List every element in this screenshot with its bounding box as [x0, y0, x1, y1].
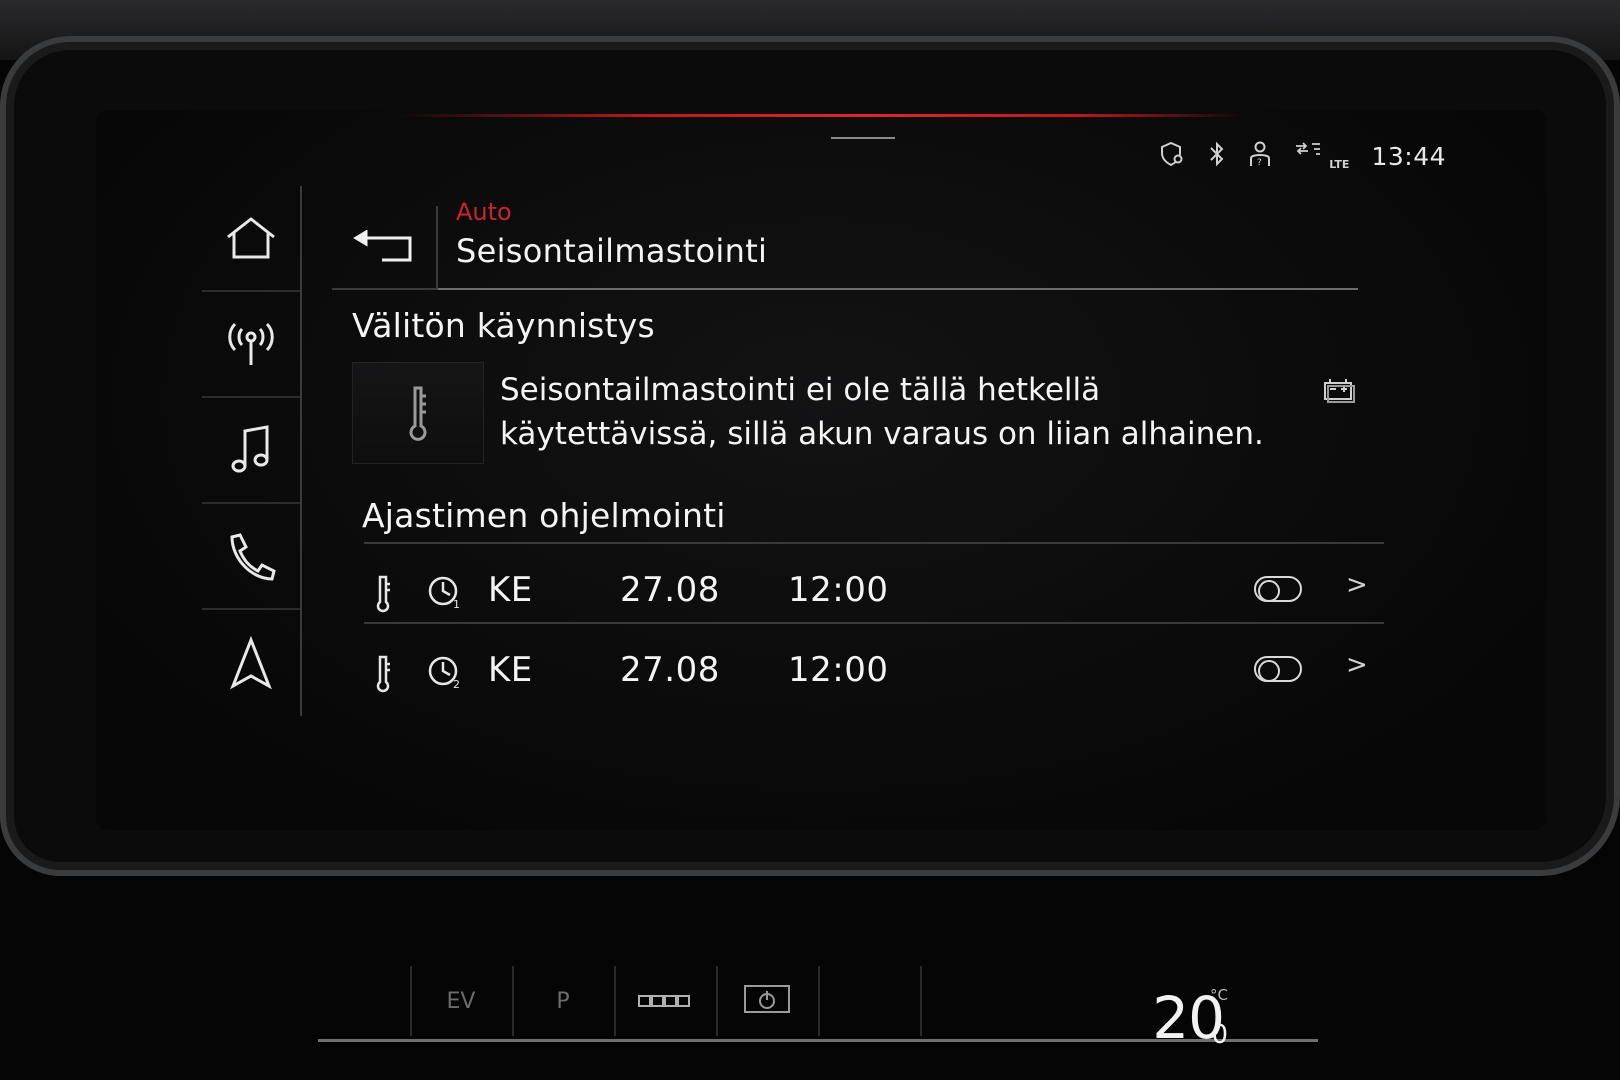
unavailable-message: Seisontailmastointi ei ole tällä hetkell…	[500, 372, 1264, 452]
thermometer-icon	[374, 654, 392, 698]
lte-signal-icon: LTE	[1294, 140, 1349, 173]
nav-navigation[interactable]	[202, 610, 300, 716]
timer-date: 27.08	[620, 570, 720, 610]
timer-row[interactable]: 2 KE 27.08 12:00 >	[364, 622, 1384, 706]
nav-home[interactable]	[202, 186, 300, 292]
header-divider	[438, 288, 1358, 290]
timer-clock-icon: 2	[426, 654, 464, 696]
power-icon	[744, 985, 790, 1013]
nav-phone[interactable]	[202, 504, 300, 610]
timer-toggle[interactable]	[1254, 576, 1302, 602]
thermometer-icon	[374, 574, 392, 618]
ev-mode-button[interactable]: EV	[410, 966, 510, 1036]
breadcrumb[interactable]: Auto	[456, 198, 512, 226]
ev-label: EV	[446, 988, 476, 1014]
timer-time: 12:00	[788, 650, 889, 690]
status-bar: ? LTE 13:44	[1158, 140, 1446, 173]
timer-day: KE	[488, 570, 533, 610]
svg-text:?: ?	[1257, 158, 1262, 168]
parking-label: P	[556, 988, 570, 1014]
phone-icon	[230, 533, 276, 581]
svg-text:1: 1	[453, 598, 460, 611]
heater-button[interactable]	[614, 966, 714, 1036]
clock-time: 13:44	[1371, 142, 1446, 171]
pull-down-handle[interactable]	[831, 137, 895, 139]
climate-slot[interactable]	[818, 966, 918, 1036]
user-icon: ?	[1248, 140, 1272, 173]
back-button[interactable]	[332, 206, 438, 290]
timer-clock-icon: 1	[426, 574, 464, 616]
climate-slot[interactable]	[920, 966, 1020, 1036]
chevron-right-icon[interactable]: >	[1346, 650, 1368, 680]
main-nav	[202, 186, 302, 716]
timer-time: 12:00	[788, 570, 889, 610]
temperature-unit: °C	[1210, 986, 1228, 1004]
instant-start-tile	[352, 362, 484, 464]
page-title: Seisontailmastointi	[456, 232, 768, 270]
infotainment-screen: ? LTE 13:44 Auto Seisontailmastointi Väl…	[96, 110, 1546, 830]
bluetooth-icon	[1208, 140, 1226, 173]
thermometer-icon	[409, 386, 427, 441]
temperature-decimal: 0	[1211, 1020, 1228, 1050]
lte-label: LTE	[1329, 158, 1350, 171]
battery-icon	[1322, 376, 1356, 408]
location-shield-icon	[1158, 140, 1186, 173]
nav-radio[interactable]	[202, 292, 300, 398]
timer-date: 27.08	[620, 650, 720, 690]
accent-line	[396, 114, 1246, 117]
nav-music[interactable]	[202, 398, 300, 504]
timer-toggle[interactable]	[1254, 656, 1302, 682]
radio-icon	[228, 322, 274, 365]
parking-button[interactable]: P	[512, 966, 612, 1036]
power-button[interactable]	[716, 966, 816, 1036]
instant-start-heading: Välitön käynnistys	[352, 306, 655, 345]
timer-row[interactable]: 1 KE 27.08 12:00 >	[364, 542, 1384, 626]
heater-grid-icon	[638, 995, 690, 1007]
timer-programming-heading: Ajastimen ohjelmointi	[362, 496, 726, 535]
timer-day: KE	[488, 650, 533, 690]
navigation-icon	[230, 636, 272, 690]
back-arrow-icon	[353, 230, 412, 262]
svg-text:2: 2	[453, 678, 460, 691]
home-icon	[227, 217, 275, 259]
music-icon	[231, 425, 269, 473]
chevron-right-icon[interactable]: >	[1346, 570, 1368, 600]
